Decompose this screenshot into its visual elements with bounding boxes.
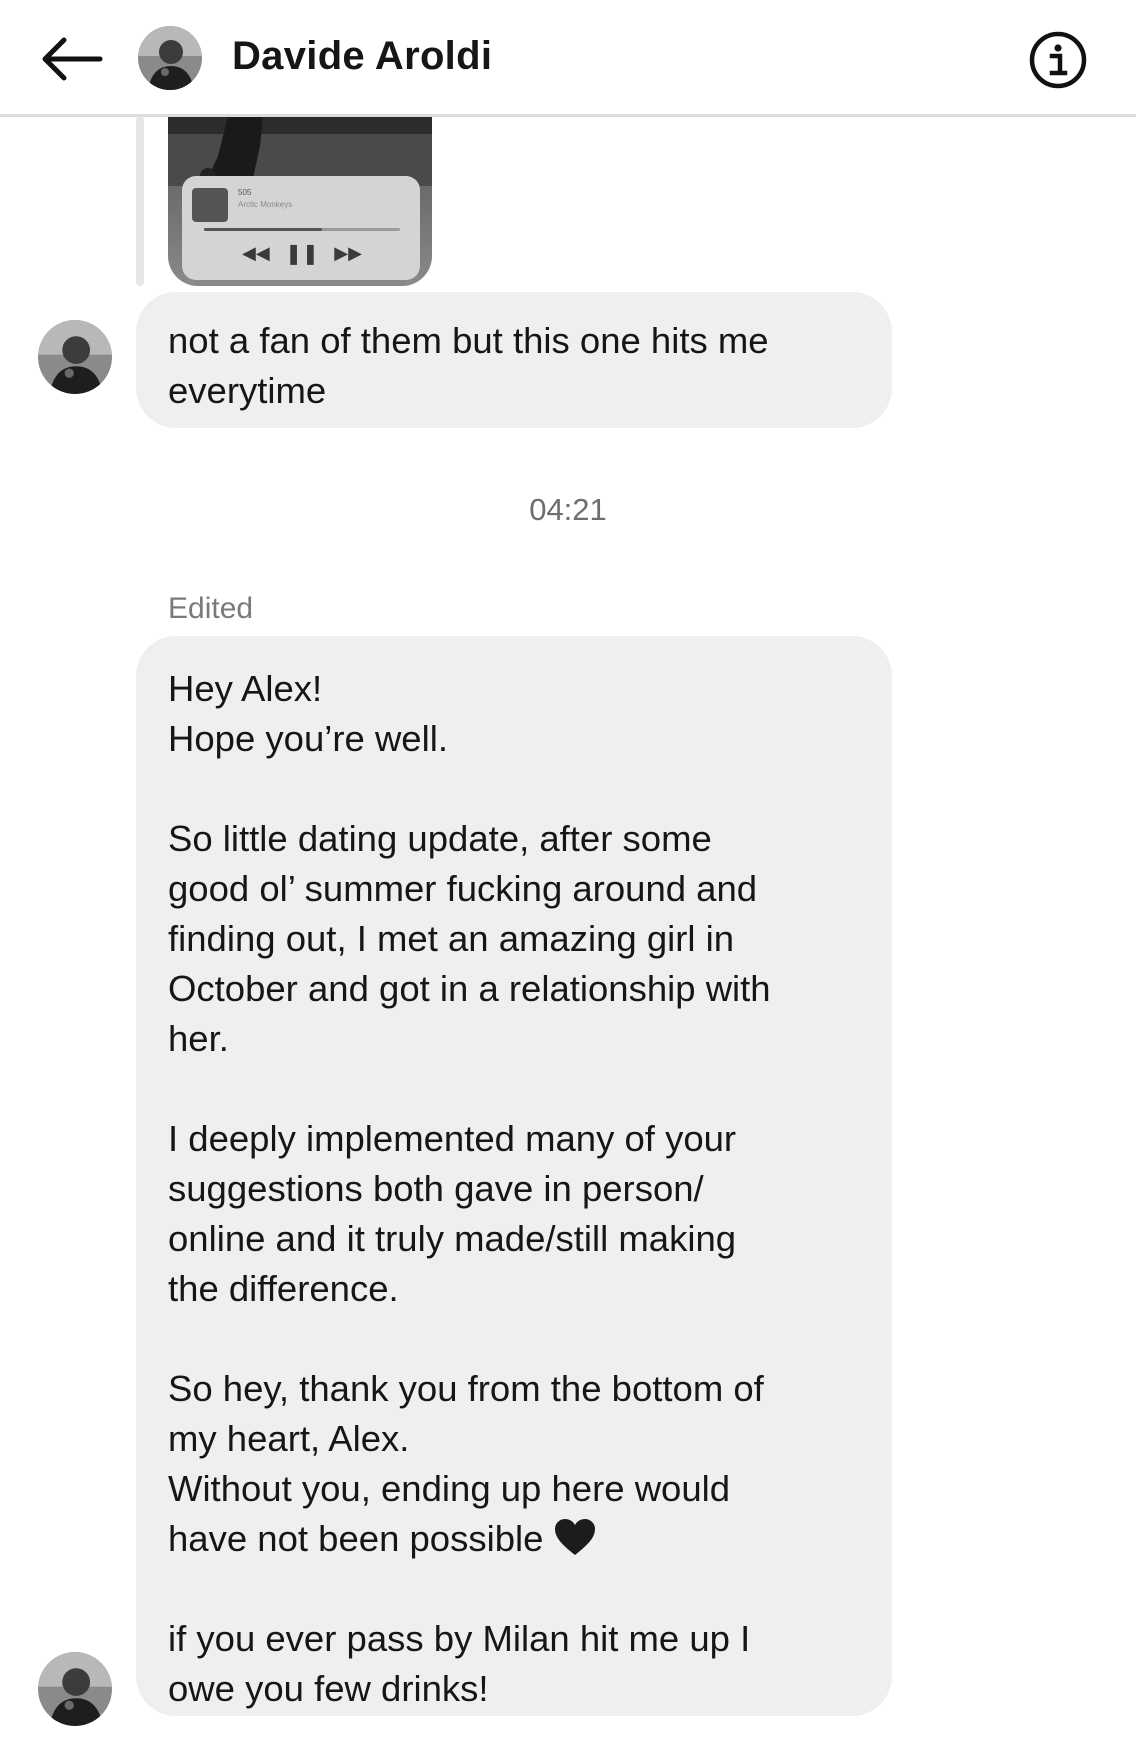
fast-forward-icon: ▶▶ <box>334 242 362 263</box>
song-title: 505 <box>238 188 252 197</box>
message-line: online and it truly made/still making <box>168 1218 737 1259</box>
message-line: Hey Alex! <box>168 668 323 709</box>
message-bubble[interactable]: Hey Alex! Hope you’re well. So little da… <box>136 636 892 1716</box>
playback-progress-fill <box>204 228 322 231</box>
back-button[interactable] <box>38 28 106 90</box>
song-artist: Arctic Monkeys <box>238 200 293 209</box>
pause-icon: ❚❚ <box>285 242 319 265</box>
music-player-widget: 505 Arctic Monkeys ◀◀ ❚❚ ▶▶ <box>182 176 420 280</box>
message-timestamp: 04:21 <box>529 492 607 527</box>
black-heart-icon <box>553 1517 597 1570</box>
message-line: finding out, I met an amazing girl in <box>168 918 735 959</box>
sender-avatar[interactable] <box>38 320 112 394</box>
message-line: not a fan of them but this one hits me <box>168 320 769 361</box>
message-line: October and got in a relationship with <box>168 968 771 1009</box>
message-line-text: have not been possible <box>168 1518 544 1559</box>
message-line: Hope you’re well. <box>168 718 448 759</box>
message-line: owe you few drinks! <box>168 1668 489 1709</box>
message-line: if you ever pass by Milan hit me up I <box>168 1618 751 1659</box>
chat-screen: Davide Aroldi 505 Arctic Monkeys ◀◀ ❚❚ ▶… <box>0 0 1136 1760</box>
contact-avatar[interactable] <box>138 26 202 90</box>
chat-header: Davide Aroldi <box>0 0 1136 117</box>
message-bubble[interactable]: not a fan of them but this one hits me e… <box>136 292 892 428</box>
playback-controls: ◀◀ ❚❚ ▶▶ <box>242 238 362 268</box>
message-line: the difference. <box>168 1268 399 1309</box>
info-circle-icon <box>1029 31 1087 89</box>
sender-avatar[interactable] <box>38 1652 112 1726</box>
message-line: everytime <box>168 370 327 411</box>
reply-quote-bar <box>136 116 144 286</box>
message-line-with-emoji: have not been possible <box>168 1514 892 1564</box>
message-line: I deeply implemented many of your <box>168 1118 737 1159</box>
arrow-left-icon <box>42 37 103 81</box>
message-line: my heart, Alex. <box>168 1418 410 1459</box>
edited-label: Edited <box>168 592 254 625</box>
message-line: suggestions both gave in person/ <box>168 1168 704 1209</box>
message-line: good ol’ summer fucking around and <box>168 868 758 909</box>
message-line: So hey, thank you from the bottom of <box>168 1368 764 1409</box>
rewind-icon: ◀◀ <box>242 242 270 263</box>
message-line: her. <box>168 1018 229 1059</box>
info-button[interactable] <box>1026 28 1090 92</box>
album-art <box>192 188 228 222</box>
playback-progress-bar <box>204 228 400 231</box>
message-line: So little dating update, after some <box>168 818 712 859</box>
contact-name[interactable]: Davide Aroldi <box>232 34 492 79</box>
message-line: Without you, ending up here would <box>168 1468 731 1509</box>
shared-music-card[interactable]: 505 Arctic Monkeys ◀◀ ❚❚ ▶▶ <box>168 116 432 286</box>
